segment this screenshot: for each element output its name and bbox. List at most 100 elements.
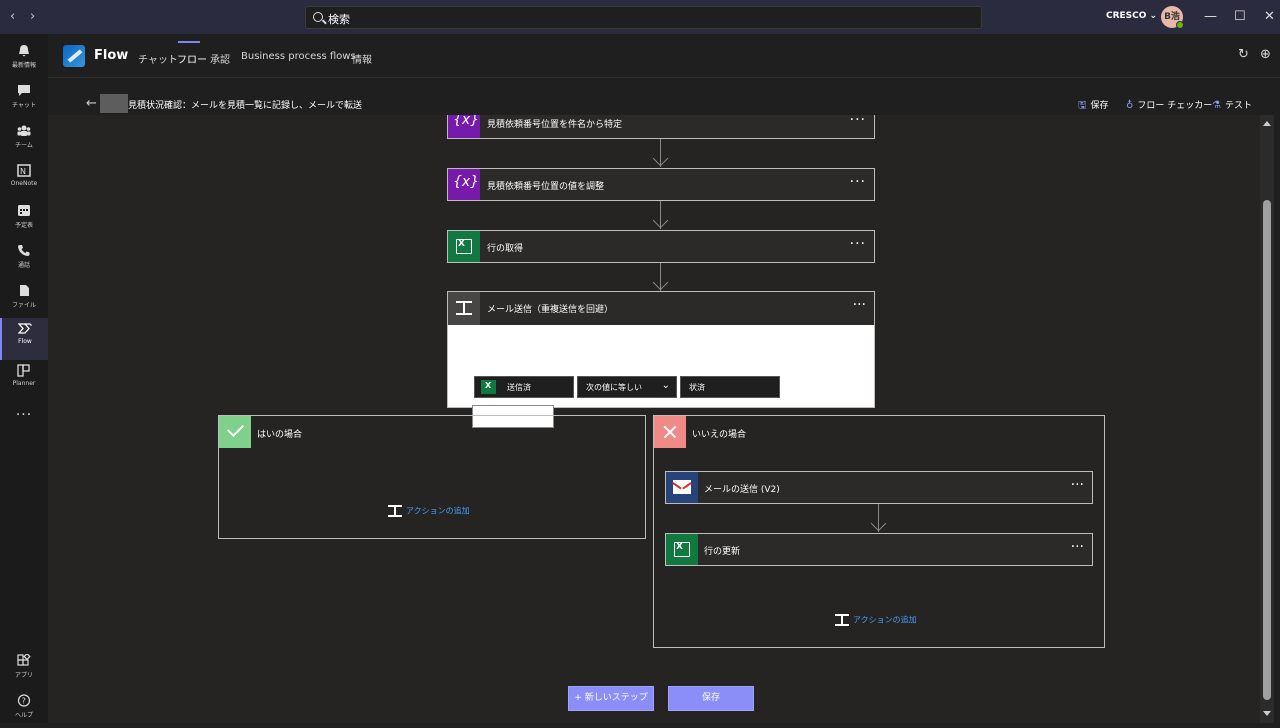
step-card[interactable]: 行の更新 ··· xyxy=(665,533,1093,566)
tab-flows[interactable]: フロー xyxy=(177,51,207,66)
active-tab-indicator xyxy=(178,41,200,43)
tab-about[interactable]: 情報 xyxy=(352,51,372,66)
rail-label: 最新情報 xyxy=(11,62,36,69)
svg-text:?: ? xyxy=(22,697,26,706)
condition-left-operand[interactable]: 送信済 xyxy=(474,376,574,398)
planner-icon xyxy=(17,364,30,377)
no-branch-header[interactable]: いいえの場合 xyxy=(654,416,1104,448)
yes-branch-title: はいの場合 xyxy=(257,430,303,440)
back-arrow-icon[interactable]: ← xyxy=(86,96,97,111)
add-action-icon xyxy=(835,614,849,626)
canvas-scrollbar[interactable] xyxy=(1260,115,1274,723)
title-bar: ‹ › 検索 CRESCO ⌄ B浩 — ☐ ✕ xyxy=(0,0,1280,34)
globe-icon[interactable]: ⊕ xyxy=(1260,47,1271,62)
rail-item-activity[interactable]: 最新情報 xyxy=(0,40,48,78)
refresh-icon[interactable]: ↻ xyxy=(1238,47,1249,62)
rail-label: ファイル xyxy=(11,302,36,309)
maximize-icon[interactable]: ☐ xyxy=(1234,9,1246,24)
yes-branch-header[interactable]: はいの場合 xyxy=(219,416,645,448)
rail-item-files[interactable]: ファイル xyxy=(0,280,48,318)
test-label: テスト xyxy=(1224,101,1252,111)
condition-operator-select[interactable]: 次の値に等しい ⌄ xyxy=(577,376,677,398)
more-options-icon[interactable]: ··· xyxy=(1071,477,1084,493)
phone-icon xyxy=(18,245,30,256)
rail-item-planner[interactable]: Planner xyxy=(0,360,48,398)
flow-checker-button[interactable]: ♁ フロー チェッカー xyxy=(1126,98,1212,111)
condition-header[interactable]: メール送信（重複送信を回避） ··· xyxy=(448,292,874,325)
flow-icon xyxy=(18,323,32,334)
more-icon: ··· xyxy=(15,407,33,423)
rail-label: アプリ xyxy=(14,672,33,679)
new-step-button[interactable]: + 新しいステップ xyxy=(568,686,654,711)
step-title: メールの送信 (V2) xyxy=(704,485,780,495)
flow-checker-label: フロー チェッカー xyxy=(1137,101,1213,111)
search-icon xyxy=(313,12,323,22)
add-action-label: アクションの追加 xyxy=(406,506,470,516)
more-options-icon[interactable]: ··· xyxy=(1071,539,1084,555)
condition-body: 送信済 次の値に等しい ⌄ 状済 xyxy=(448,325,874,428)
back-nav-icon[interactable]: ‹ xyxy=(10,9,15,24)
rail-item-chat[interactable]: チャット xyxy=(0,80,48,118)
search-placeholder: 検索 xyxy=(328,13,350,26)
rail-item-apps[interactable]: アプリ xyxy=(0,650,48,688)
add-action-button[interactable]: アクションの追加 xyxy=(835,614,917,626)
apps-icon xyxy=(17,654,31,666)
app-header: Flow チャット フロー 承認 Business process flows … xyxy=(48,34,1280,78)
scroll-thumb[interactable] xyxy=(1263,200,1271,700)
rail-item-onenote[interactable]: N OneNote xyxy=(0,160,48,198)
tenant-switcher[interactable]: CRESCO ⌄ xyxy=(1106,11,1157,21)
add-action-label: アクションの追加 xyxy=(853,615,917,625)
save-command-button[interactable]: 🖫 保存 xyxy=(1078,98,1109,115)
rail-item-calls[interactable]: 通話 xyxy=(0,240,48,278)
scroll-down-icon[interactable] xyxy=(1263,711,1271,716)
value-label: 状済 xyxy=(689,383,705,392)
save-icon: 🖫 xyxy=(1078,100,1087,111)
minimize-icon[interactable]: — xyxy=(1204,9,1217,24)
save-button[interactable]: 保存 xyxy=(668,686,754,711)
step-card[interactable]: メールの送信 (V2) ··· xyxy=(665,471,1093,504)
operator-label: 次の値に等しい xyxy=(586,383,642,392)
step-title: 見積依頼番号位置の値を調整 xyxy=(487,182,605,192)
test-button[interactable]: ⚗ テスト xyxy=(1212,98,1252,111)
svg-text:N: N xyxy=(20,167,26,176)
step-title: 行の更新 xyxy=(704,547,741,557)
avatar[interactable]: B浩 xyxy=(1161,6,1184,29)
tab-chat[interactable]: チャット xyxy=(138,51,178,66)
calendar-icon xyxy=(18,205,30,216)
excel-icon xyxy=(481,380,496,394)
rail-label: Planner xyxy=(12,380,36,387)
condition-right-operand[interactable]: 状済 xyxy=(680,376,780,398)
forward-nav-icon[interactable]: › xyxy=(30,9,35,24)
step-title: 見積依頼番号位置を件名から特定 xyxy=(487,120,623,130)
save-command-label: 保存 xyxy=(1090,101,1109,111)
condition-card[interactable]: メール送信（重複送信を回避） ··· 送信済 次の値に等しい ⌄ 状済 xyxy=(447,291,875,428)
step-card[interactable]: 行の取得 ··· xyxy=(447,230,875,263)
tab-business-process-flows[interactable]: Business process flows xyxy=(241,51,356,62)
add-action-icon xyxy=(388,505,402,517)
rail-label: OneNote xyxy=(10,180,38,187)
search-input[interactable]: 検索 xyxy=(305,6,982,29)
gmail-icon xyxy=(666,472,698,503)
rail-item-flow[interactable]: Flow xyxy=(0,318,48,360)
more-options-icon[interactable]: ··· xyxy=(853,297,866,313)
rail-item-calendar[interactable]: 予定表 xyxy=(0,200,48,238)
rail-label: 通話 xyxy=(17,262,30,269)
canvas-mask xyxy=(447,78,877,115)
stethoscope-icon: ♁ xyxy=(1126,100,1134,111)
step-card[interactable]: {x} 見積依頼番号位置の値を調整 ··· xyxy=(447,168,875,201)
more-options-icon[interactable]: ··· xyxy=(850,174,866,190)
no-branch: いいえの場合 アクションの追加 xyxy=(653,415,1105,648)
rail-label: Flow xyxy=(18,338,32,345)
rail-more-button[interactable]: ··· xyxy=(0,404,48,442)
rail-item-teams[interactable]: チーム xyxy=(0,120,48,158)
close-icon[interactable]: ✕ xyxy=(1264,9,1275,24)
flask-icon: ⚗ xyxy=(1212,100,1221,111)
checkmark-icon xyxy=(219,416,251,448)
tab-approvals[interactable]: 承認 xyxy=(210,51,230,66)
add-action-button[interactable]: アクションの追加 xyxy=(388,505,470,517)
more-options-icon[interactable]: ··· xyxy=(850,236,866,252)
scroll-up-icon[interactable] xyxy=(1263,121,1271,126)
rail-item-help[interactable]: ? ヘルプ xyxy=(0,690,48,728)
variable-icon: {x} xyxy=(448,169,480,200)
x-icon xyxy=(654,416,686,448)
